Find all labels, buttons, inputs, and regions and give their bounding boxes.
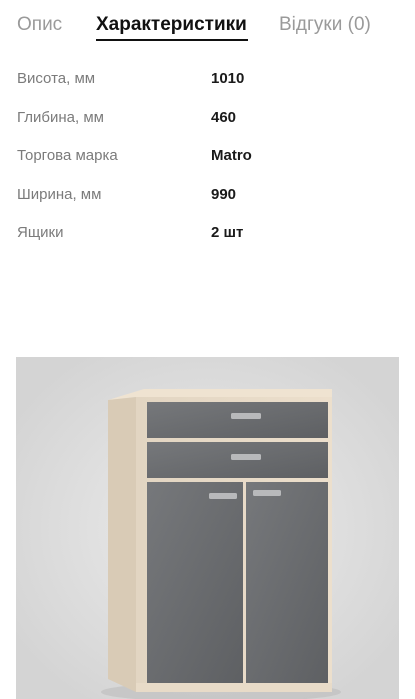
dresser-plinth xyxy=(136,683,332,692)
spec-label: Висота, мм xyxy=(17,70,96,87)
drawer-front-top xyxy=(147,402,328,438)
product-image[interactable] xyxy=(16,287,399,699)
spec-value: 990 xyxy=(211,185,237,203)
active-tab-indicator xyxy=(96,39,248,41)
spec-value: 2 шт xyxy=(211,224,244,241)
door-handle-icon xyxy=(253,490,281,496)
spec-value: Matro xyxy=(211,147,252,164)
drawer-handle-icon xyxy=(231,413,261,419)
spec-row-height: Висота, мм 1010 xyxy=(17,62,397,101)
spec-row-depth: Глибина, мм 460 xyxy=(17,101,397,140)
spec-label: Торгова марка xyxy=(17,147,118,164)
dresser-side xyxy=(108,397,136,692)
spec-row-width: Ширина, мм 990 xyxy=(17,178,397,217)
door-handle-icon xyxy=(209,493,237,499)
specifications-table: Висота, мм 1010 Глибина, мм 460 Торгова … xyxy=(17,62,397,255)
spec-label: Глибина, мм xyxy=(17,108,104,126)
tab-description[interactable]: Опис xyxy=(17,13,62,37)
tab-specifications[interactable]: Характеристики xyxy=(96,13,247,37)
dresser-illustration xyxy=(16,287,399,699)
spec-row-drawers: Ящики 2 шт xyxy=(17,216,397,255)
backdrop-top xyxy=(16,287,399,357)
drawer-handle-icon xyxy=(231,454,261,460)
door-right xyxy=(246,482,328,683)
spec-value: 1010 xyxy=(211,70,245,87)
spec-row-brand: Торгова марка Matro xyxy=(17,139,397,178)
tab-bar: Опис Характеристики Відгуки (0) xyxy=(0,0,415,50)
door-left xyxy=(147,482,243,683)
spec-label: Ящики xyxy=(17,224,64,241)
spec-value: 460 xyxy=(211,108,237,126)
spec-label: Ширина, мм xyxy=(17,185,102,203)
tab-reviews[interactable]: Відгуки (0) xyxy=(279,13,371,37)
